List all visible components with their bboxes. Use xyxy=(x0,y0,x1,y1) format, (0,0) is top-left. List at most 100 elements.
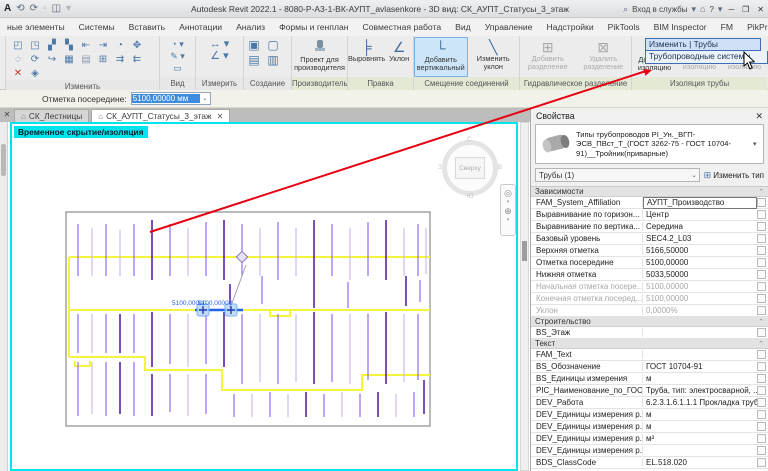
ribbon-tab[interactable]: PikTools xyxy=(601,20,647,34)
signin-arrow-icon[interactable]: ▾ xyxy=(692,4,697,15)
modify-tool-icon[interactable]: ⊞ xyxy=(97,53,110,66)
ribbon-tab[interactable]: PikPrecast xyxy=(740,20,768,34)
temporary-hide-isolate-badge[interactable]: Временное скрытие/изоляция xyxy=(14,126,148,138)
modify-tool-icon[interactable]: ▦ xyxy=(63,53,76,66)
modify-tool-icon[interactable]: ⇥ xyxy=(97,39,110,52)
associate-parameter-box[interactable] xyxy=(757,458,766,467)
modify-tool-icon[interactable]: ⟳ xyxy=(29,53,42,66)
drawing-viewport[interactable]: Временное скрытие/изоляция 5100,00000510… xyxy=(10,122,518,471)
edit-type-button[interactable]: ⊞ Изменить тип xyxy=(704,170,764,181)
associate-parameter-box[interactable] xyxy=(757,270,766,279)
associate-parameter-box[interactable] xyxy=(757,374,766,383)
property-value[interactable]: 5100,00000 xyxy=(643,294,757,303)
search-icon[interactable]: ⌕ xyxy=(623,4,628,15)
associate-parameter-box[interactable] xyxy=(757,328,766,337)
ribbon-tab[interactable]: Системы xyxy=(72,20,122,34)
property-value[interactable]: Центр xyxy=(643,210,757,219)
section-box-icon[interactable]: ◫ xyxy=(52,4,61,14)
dropdown-item-modify-pipes[interactable]: Изменить | Трубы xyxy=(645,38,761,51)
close-tab-icon[interactable]: ✕ xyxy=(217,112,224,121)
associate-parameter-box[interactable] xyxy=(757,294,766,303)
modify-tool-icon[interactable]: ▤ xyxy=(80,53,93,66)
redo-icon[interactable]: ⟳ xyxy=(30,4,38,14)
ribbon-tab[interactable]: Надстройки xyxy=(539,20,600,34)
modify-tool-icon[interactable]: ◔ xyxy=(114,39,127,52)
property-value[interactable]: 5100,00000 xyxy=(643,282,757,291)
help-arrow-icon[interactable]: ▾ xyxy=(718,4,723,15)
viewcube-east[interactable]: В xyxy=(498,164,502,171)
modify-tool-icon[interactable]: ⇤ xyxy=(80,39,93,52)
property-value[interactable]: 0,0000% xyxy=(643,306,757,315)
view-tab-aupt-statuses[interactable]: ⌂ СК_АУПТ_Статусы_3_этаж ✕ xyxy=(91,109,230,122)
dropdown-item-piping-systems[interactable]: Трубопроводные системы xyxy=(645,51,768,64)
selection-filter-combobox[interactable]: Трубы (1) ⌄ xyxy=(535,168,700,182)
create-assembly-icon[interactable]: ▢ xyxy=(267,39,280,52)
associate-parameter-box[interactable] xyxy=(757,410,766,419)
ruler-icon[interactable]: ↔ ▾ xyxy=(210,39,230,50)
hide-elements-icon[interactable]: ◔ ▾ xyxy=(171,39,183,50)
associate-parameter-box[interactable] xyxy=(757,222,766,231)
linework-icon[interactable]: ✎ ▾ xyxy=(170,51,185,62)
properties-section-header[interactable]: Текст⌃ xyxy=(531,339,768,349)
minimize-button[interactable]: ─ xyxy=(726,5,736,14)
add-separation-button[interactable]: ⊞ Добавить разделение xyxy=(520,37,576,77)
associate-parameter-box[interactable] xyxy=(757,234,766,243)
ribbon-tab[interactable]: Управление xyxy=(478,20,540,34)
measure-angle-icon[interactable]: ∠ ▾ xyxy=(210,51,228,62)
ribbon-tab[interactable]: BIM Inspector xyxy=(647,20,714,34)
property-value[interactable]: 5166,50000 xyxy=(643,246,757,255)
property-value[interactable]: м xyxy=(643,410,757,419)
viewcube-north[interactable]: С xyxy=(467,136,472,143)
modify-tool-icon[interactable]: ◌ xyxy=(12,53,25,66)
modify-tool-icon[interactable]: ✥ xyxy=(131,39,144,52)
modify-tool-icon[interactable]: ◳ xyxy=(29,39,42,52)
canvas-vertical-scrollbar[interactable] xyxy=(520,122,529,471)
ribbon-tab[interactable]: Вставить xyxy=(122,20,172,34)
property-value[interactable]: 5033,50000 xyxy=(643,270,757,279)
associate-parameter-box[interactable] xyxy=(757,210,766,219)
navbar-arrow-icon[interactable]: ▾ xyxy=(507,200,510,204)
zoom-tool-icon[interactable]: ⊕ xyxy=(504,206,512,216)
ribbon-tab[interactable]: Вид xyxy=(448,20,478,34)
align-pipes-button[interactable]: ╞ Выровнять xyxy=(348,37,385,77)
add-vertical-button[interactable]: └ Добавить вертикальный xyxy=(414,37,468,77)
remove-separation-button[interactable]: ⊠ Удалить разделение xyxy=(576,37,632,77)
ribbon-tab[interactable]: Формы и генплан xyxy=(272,20,355,34)
property-value[interactable]: ГОСТ 10704-91 xyxy=(643,362,757,371)
create-group-icon[interactable]: ▣ xyxy=(248,39,261,52)
modify-tool-icon[interactable]: ◈ xyxy=(29,67,42,80)
ribbon-tab[interactable]: FM xyxy=(714,20,740,34)
property-value[interactable]: Труба, тип: электросварной, ... xyxy=(643,386,757,395)
view-tab-stairs[interactable]: ⌂ СК_Лестницы xyxy=(14,109,89,122)
associate-parameter-box[interactable] xyxy=(757,306,766,315)
change-slope-button[interactable]: ╲ Изменить уклон xyxy=(468,37,520,77)
property-value[interactable]: м xyxy=(643,374,757,383)
type-selector-arrow-icon[interactable]: ▾ xyxy=(753,140,763,148)
close-button[interactable]: ✕ xyxy=(755,5,766,14)
properties-section-header[interactable]: Зависимости⌃ xyxy=(531,187,768,197)
scroll-thumb[interactable] xyxy=(1,144,6,176)
scroll-thumb[interactable] xyxy=(522,241,527,261)
associate-parameter-box[interactable] xyxy=(757,246,766,255)
viewcube-west[interactable]: З xyxy=(438,164,442,171)
slope-button[interactable]: ∠ Уклон xyxy=(385,37,413,77)
associate-parameter-box[interactable] xyxy=(757,422,766,431)
modify-tool-icon[interactable]: ⇉ xyxy=(114,53,127,66)
property-value[interactable]: 5100,00000 xyxy=(643,258,757,267)
navigation-bar[interactable]: ◎ ▾ ⊕ ▾ xyxy=(500,184,516,236)
properties-close-icon[interactable]: ✕ xyxy=(755,111,763,122)
viewcube-south[interactable]: Ю xyxy=(467,193,474,200)
undo-icon[interactable]: ⟲ xyxy=(16,4,24,14)
associate-parameter-box[interactable] xyxy=(757,362,766,371)
disabled-tool-icon[interactable]: ▫ xyxy=(43,4,47,14)
help-button[interactable]: ? xyxy=(709,5,713,14)
text-tool-icon[interactable]: A xyxy=(4,4,11,14)
middle-elevation-value[interactable]: 5100,00000 мм xyxy=(132,94,200,103)
associate-parameter-box[interactable] xyxy=(757,386,766,395)
middle-elevation-combobox[interactable]: 5100,00000 мм ⌄ xyxy=(131,92,211,105)
properties-section-header[interactable]: Строительство⌃ xyxy=(531,317,768,327)
combobox-arrow-icon[interactable]: ⌄ xyxy=(200,95,210,102)
viewcube[interactable]: Сверху С В Ю З xyxy=(438,136,502,200)
property-value[interactable]: м xyxy=(643,422,757,431)
modify-tool-icon[interactable]: ▞ xyxy=(46,39,59,52)
